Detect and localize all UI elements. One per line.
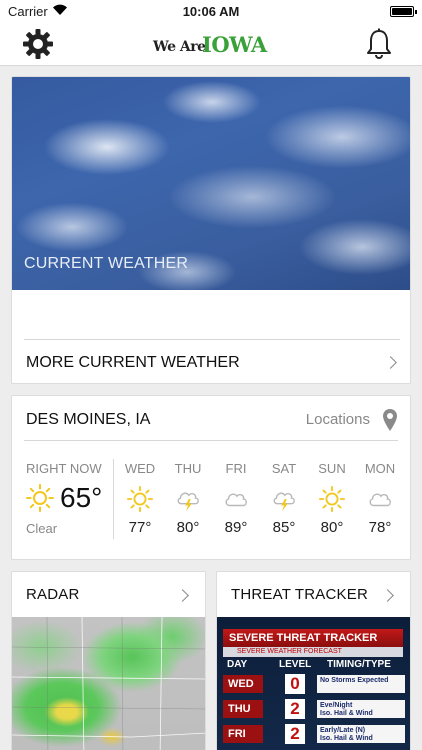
column-header: TIMING/TYPE xyxy=(327,659,391,670)
storm-icon xyxy=(177,492,199,512)
forecast-day: SUN 80° xyxy=(308,461,356,536)
battery-icon xyxy=(390,6,417,17)
nav-bar: We Are IOWA xyxy=(0,22,422,66)
forecast-day: FRI 89° xyxy=(212,461,260,536)
right-now-label: RIGHT NOW xyxy=(26,461,102,476)
threat-tracker-image[interactable]: SEVERE THREAT TRACKER SEVERE WEATHER FOR… xyxy=(217,617,410,750)
current-weather-card[interactable]: CURRENT WEATHER MORE CURRENT WEATHER xyxy=(11,76,411,384)
threat-row: THU 2 Eve/Night Iso. Hail & Wind xyxy=(217,698,410,720)
threat-timing: Eve/Night Iso. Hail & Wind xyxy=(317,700,405,718)
threat-banner: SEVERE THREAT TRACKER xyxy=(223,629,403,647)
threat-sub-banner: SEVERE WEATHER FORECAST xyxy=(223,647,403,657)
forecast-day-temp: 89° xyxy=(224,519,248,536)
divider xyxy=(24,440,398,441)
chevron-right-icon xyxy=(176,589,189,602)
threat-tracker-card[interactable]: THREAT TRACKER SEVERE THREAT TRACKER SEV… xyxy=(216,571,411,750)
forecast-day: THU 80° xyxy=(164,461,212,536)
gear-icon[interactable] xyxy=(22,28,54,60)
threat-type-text: Iso. Hail & Wind xyxy=(320,735,373,742)
threat-tracker-title: THREAT TRACKER xyxy=(231,586,368,603)
current-condition: Clear xyxy=(26,521,58,536)
bell-icon[interactable] xyxy=(366,28,392,60)
radar-title: RADAR xyxy=(26,586,80,603)
threat-day: WED xyxy=(223,675,263,693)
app-logo: We Are IOWA xyxy=(150,32,272,58)
forecast-day-name: SUN xyxy=(318,461,346,476)
divider xyxy=(24,339,400,340)
sun-icon xyxy=(26,484,54,512)
threat-timing-text: No Storms Expected xyxy=(320,677,389,684)
forecast-day: MON 78° xyxy=(356,461,404,536)
threat-timing-text: Eve/Night xyxy=(320,702,353,709)
column-header: DAY xyxy=(227,659,248,670)
logo-brand: IOWA xyxy=(202,32,267,57)
threat-type-text: Iso. Hail & Wind xyxy=(320,710,373,717)
radar-map-image[interactable] xyxy=(12,617,205,750)
threat-day: FRI xyxy=(223,725,263,743)
locations-link[interactable]: Locations xyxy=(306,411,370,428)
forecast-day-name: THU xyxy=(174,461,202,476)
forecast-day-temp: 80° xyxy=(176,519,200,536)
forecast-day-name: FRI xyxy=(225,461,247,476)
chevron-right-icon xyxy=(381,589,394,602)
chevron-right-icon xyxy=(384,356,397,369)
sun-icon xyxy=(127,486,153,512)
forecast-day-temp: 80° xyxy=(320,519,344,536)
threat-day: THU xyxy=(223,700,263,718)
forecast-day-temp: 85° xyxy=(272,519,296,536)
threat-level: 2 xyxy=(285,699,305,719)
forecast-day: WED 77° xyxy=(116,461,164,536)
forecast-day: SAT 85° xyxy=(260,461,308,536)
cloud-icon xyxy=(225,493,247,507)
more-current-weather-button[interactable]: MORE CURRENT WEATHER xyxy=(12,339,410,383)
threat-row: WED 0 No Storms Expected xyxy=(217,673,410,695)
forecast-day-name: SAT xyxy=(271,461,297,476)
city-name: DES MOINES, IA xyxy=(26,411,151,428)
logo-prefix: We Are xyxy=(153,39,206,55)
current-weather-image-label: CURRENT WEATHER xyxy=(24,255,189,272)
threat-timing-text: Early/Late (N) xyxy=(320,727,366,734)
location-pin-icon[interactable] xyxy=(382,408,398,432)
radar-card[interactable]: RADAR xyxy=(11,571,206,750)
forecast-day-name: WED xyxy=(124,461,156,476)
radar-state-lines xyxy=(12,617,205,750)
storm-icon xyxy=(273,492,295,512)
clock: 10:06 AM xyxy=(182,4,240,19)
threat-level: 2 xyxy=(285,724,305,744)
threat-level: 0 xyxy=(285,674,305,694)
more-current-weather-label: MORE CURRENT WEATHER xyxy=(26,354,240,371)
current-temperature: 65° xyxy=(60,482,103,513)
cloud-icon xyxy=(369,493,391,507)
divider xyxy=(113,459,114,539)
forecast-card: DES MOINES, IA Locations RIGHT NOW 65° C… xyxy=(11,395,411,560)
forecast-day-temp: 78° xyxy=(368,519,392,536)
threat-row: FRI 2 Early/Late (N) Iso. Hail & Wind xyxy=(217,723,410,745)
status-bar: Carrier 10:06 AM xyxy=(0,0,422,22)
sun-icon xyxy=(319,486,345,512)
forecast-day-name: MON xyxy=(364,461,396,476)
threat-timing: No Storms Expected xyxy=(317,675,405,693)
threat-timing: Early/Late (N) Iso. Hail & Wind xyxy=(317,725,405,743)
forecast-day-temp: 77° xyxy=(128,519,152,536)
column-header: LEVEL xyxy=(279,659,312,670)
